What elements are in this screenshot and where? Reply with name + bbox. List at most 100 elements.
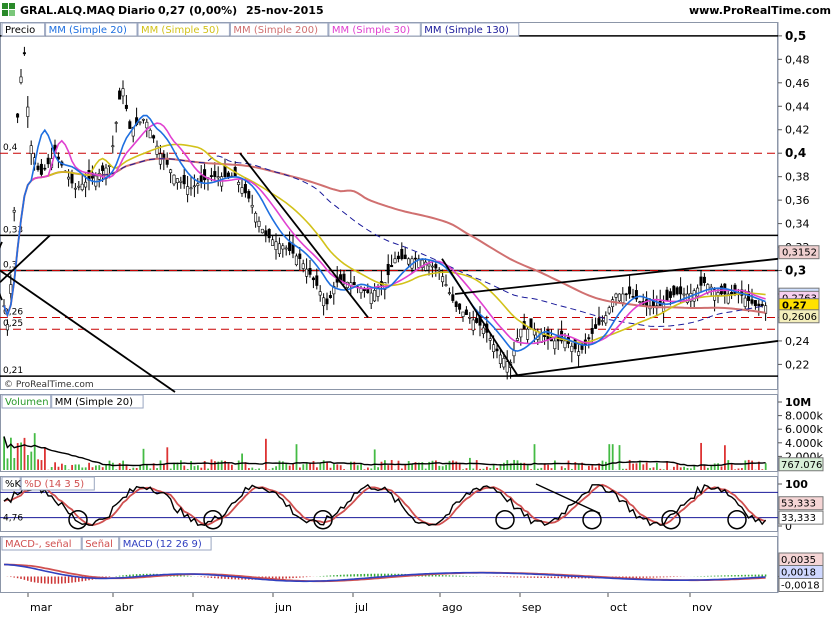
candle-body: [247, 190, 251, 199]
volume-bar: [588, 465, 590, 470]
macd-badge-label: -0,0018: [781, 581, 820, 592]
volume-bar: [44, 447, 46, 470]
candle-body: [209, 175, 213, 177]
volume-bar: [435, 460, 437, 470]
volume-bar: [751, 460, 753, 470]
candle-body: [12, 210, 16, 213]
volume-bar: [81, 467, 84, 470]
candle-body: [101, 165, 105, 172]
candle-body: [590, 327, 594, 334]
candle-body: [237, 181, 241, 185]
volume-bar: [98, 465, 101, 470]
volume-bar: [564, 468, 566, 470]
candle-body: [277, 243, 281, 255]
volume-bar: [465, 468, 468, 470]
price-badge-label: 0,2606: [782, 312, 817, 323]
volume-bar: [713, 463, 716, 470]
candle-body: [716, 292, 720, 296]
volume-bar: [567, 460, 570, 470]
volume-bar: [74, 464, 77, 470]
volume-bar: [13, 457, 16, 470]
candle-body: [515, 338, 519, 341]
volume-bar: [132, 467, 135, 470]
volume-bar: [61, 463, 63, 470]
volume-bar: [37, 459, 39, 470]
y-tick-label: 0,24: [785, 335, 810, 348]
x-tick-label: may: [195, 601, 219, 614]
stock-chart: 0,50,480,460,440,420,40,380,360,340,320,…: [0, 22, 824, 614]
candle-body: [288, 242, 292, 251]
candle-body: [373, 290, 377, 302]
candle-body: [359, 288, 363, 294]
volume-bar: [360, 463, 362, 470]
candle-body: [199, 175, 203, 183]
candle-body: [138, 121, 142, 124]
volume-bar: [200, 467, 203, 470]
candle-body: [271, 239, 275, 246]
candle-body: [169, 169, 173, 174]
candle-body: [223, 166, 227, 177]
volume-bar: [3, 436, 5, 470]
candle-body: [413, 257, 417, 260]
candle-body: [305, 268, 309, 277]
volume-bar: [271, 467, 274, 470]
volume-bar: [84, 467, 87, 470]
candle-body: [284, 247, 288, 250]
candle-body: [186, 186, 190, 195]
volume-bar: [635, 463, 638, 470]
volume-bar: [54, 462, 56, 470]
candle-body: [604, 315, 608, 324]
volume-bar: [105, 465, 107, 470]
volume-bar: [448, 460, 451, 470]
volume-bar: [649, 468, 651, 470]
volume-tick-label: 4.000k: [785, 437, 823, 450]
candle-body: [611, 299, 615, 307]
candle-body: [267, 229, 271, 239]
volume-bar: [632, 463, 634, 470]
candle-body: [492, 344, 496, 352]
candle-body: [481, 327, 485, 334]
candle-body: [322, 297, 326, 307]
volume-bar: [737, 468, 740, 470]
volume-bar: [299, 467, 301, 470]
y-tick-label: 0,34: [785, 218, 810, 231]
volume-bar: [95, 465, 97, 470]
volume-bar: [6, 458, 9, 470]
candle-body: [281, 245, 285, 250]
volume-bar: [64, 465, 67, 470]
volume-bar: [169, 468, 172, 470]
volume-bar: [367, 467, 369, 470]
volume-tick-label: 6.000k: [785, 423, 823, 436]
x-tick-label: abr: [115, 601, 134, 614]
x-tick-label: nov: [692, 601, 713, 614]
volume-bar: [747, 459, 750, 470]
candle-body: [498, 354, 502, 364]
candle-body: [621, 293, 625, 303]
volume-bar: [496, 467, 498, 470]
candle-body: [702, 276, 706, 284]
candle-body: [447, 292, 451, 294]
candle-body: [243, 184, 247, 194]
volume-bar: [207, 468, 209, 470]
volume-bar: [431, 460, 434, 470]
volume-bar: [129, 468, 131, 470]
volume-bar: [540, 467, 543, 470]
volume-bar: [594, 467, 597, 470]
candle-body: [587, 337, 591, 340]
volume-bar: [717, 463, 719, 470]
volume-bar: [530, 469, 532, 470]
candle-body: [543, 335, 547, 338]
candle-body: [70, 173, 74, 184]
candle-body: [318, 291, 322, 296]
y-tick-label: 0,44: [785, 100, 810, 113]
candle-body: [342, 273, 346, 283]
volume-bar: [149, 468, 152, 470]
candle-body: [257, 220, 261, 227]
volume-bar: [166, 447, 169, 470]
volume-bar: [295, 444, 298, 470]
candle-body: [505, 361, 509, 373]
candle-body: [352, 282, 356, 286]
candle-body: [29, 145, 33, 155]
stoch-left-label: 4,76: [3, 514, 23, 524]
volume-bar: [679, 467, 682, 470]
